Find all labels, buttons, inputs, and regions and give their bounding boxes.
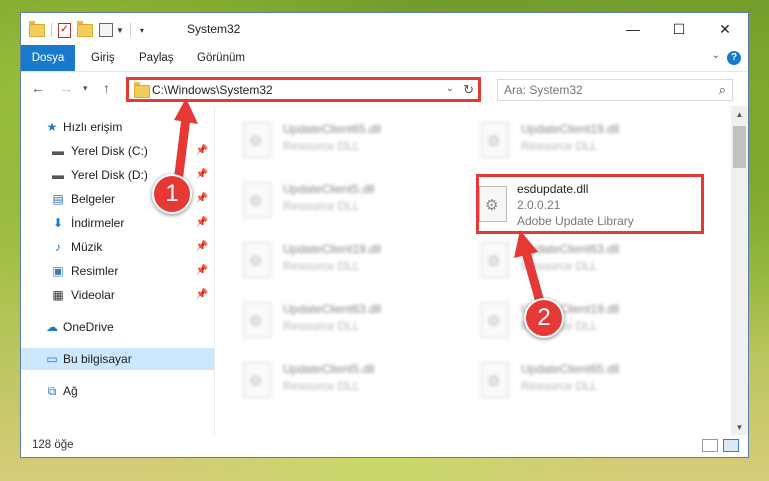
arrow-head-file bbox=[514, 230, 538, 258]
step-1-badge: 1 bbox=[152, 174, 192, 214]
annotation-arrows bbox=[173, 98, 545, 307]
arrow-to-address-bar bbox=[173, 113, 191, 187]
step-2-badge: 2 bbox=[524, 298, 564, 338]
arrow-to-file bbox=[521, 247, 545, 307]
arrow-head-address-bar bbox=[174, 98, 198, 124]
